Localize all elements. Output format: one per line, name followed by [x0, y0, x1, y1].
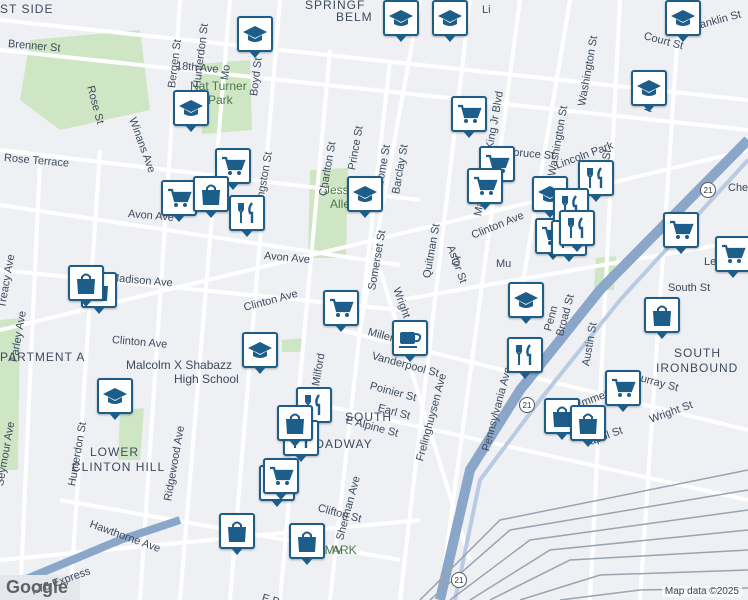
poi-pin-grocery[interactable] [451, 96, 487, 138]
area-label: CLINTON HILL [72, 460, 166, 474]
shopping-bag-icon [294, 528, 320, 554]
route-shield: 21 [451, 572, 467, 588]
school-icon [636, 75, 662, 101]
school-icon [247, 337, 273, 363]
school-label: Malcolm X Shabazz High School [126, 358, 239, 386]
school-icon [670, 5, 696, 31]
shopping-bag-icon [649, 302, 675, 328]
street-label: Dr [450, 253, 464, 268]
poi-pin-school[interactable] [665, 0, 701, 42]
school-icon [242, 21, 268, 47]
area-label: IRONBOUND [656, 361, 739, 375]
route-shield-label: 21 [703, 185, 713, 195]
map-credit[interactable]: Map data ©2025 [661, 586, 742, 597]
shopping-bag-icon [282, 410, 308, 436]
fork-knife-icon [234, 200, 260, 226]
school-icon [178, 95, 204, 121]
poi-pin-school[interactable] [631, 70, 667, 112]
route-shield-label: 21 [454, 575, 464, 585]
street-label: South St [668, 282, 711, 294]
shopping-cart-icon [268, 463, 294, 489]
route-shield: 21 [519, 397, 535, 413]
map-canvas[interactable]: Bergen St Hunterdon St Boyd St Mo Brenner St… [0, 0, 748, 600]
fork-knife-icon [583, 165, 609, 191]
area-label: SOUTH [345, 410, 392, 424]
shopping-bag-icon [198, 181, 224, 207]
poi-pin-school[interactable] [237, 16, 273, 58]
poi-pin-grocery[interactable] [263, 458, 299, 500]
poi-pin-school[interactable] [97, 378, 133, 420]
area-label: LOWER [90, 445, 140, 459]
coffee-cup-icon [397, 325, 423, 351]
shopping-bag-icon [575, 410, 601, 436]
poi-pin-shop[interactable] [193, 176, 229, 218]
route-shield-label: 21 [522, 400, 532, 410]
shopping-bag-icon [224, 518, 250, 544]
shopping-cart-icon [472, 173, 498, 199]
poi-pin-grocery[interactable] [605, 370, 641, 412]
school-icon [388, 5, 414, 31]
poi-pin-school[interactable] [347, 176, 383, 218]
area-label: BELM [336, 10, 373, 24]
school-icon [437, 5, 463, 31]
school-name: Malcolm X Shabazz [126, 358, 233, 372]
shopping-bag-icon [73, 270, 99, 296]
poi-pin-grocery[interactable] [323, 290, 359, 332]
shopping-cart-icon [610, 375, 636, 401]
poi-pin-school[interactable] [432, 0, 468, 42]
poi-pin-school[interactable] [383, 0, 419, 42]
park-label: Park [208, 93, 233, 107]
poi-pin-restaurant[interactable] [559, 210, 595, 252]
poi-pin-shop[interactable] [68, 265, 104, 307]
poi-pin-shop[interactable] [289, 523, 325, 565]
poi-pin-shop[interactable] [644, 297, 680, 339]
poi-pin-school[interactable] [173, 90, 209, 132]
poi-pin-cafe[interactable] [392, 320, 428, 362]
route-shield: 21 [700, 182, 716, 198]
poi-pin-grocery[interactable] [663, 212, 699, 254]
street-label: Mu [496, 258, 512, 270]
poi-pin-grocery[interactable] [467, 168, 503, 210]
area-label: SOUTH [674, 346, 721, 360]
fork-knife-icon [564, 215, 590, 241]
school-icon [513, 287, 539, 313]
park-label: ARK [332, 543, 357, 557]
shopping-cart-icon [328, 295, 354, 321]
poi-pin-restaurant[interactable] [507, 337, 543, 379]
poi-pin-shop[interactable] [277, 405, 313, 447]
area-label: ST SIDE [0, 2, 54, 16]
shopping-cart-icon [720, 241, 746, 267]
area-label: PARTMENT A [0, 350, 86, 364]
street-label: Li [482, 4, 491, 16]
google-logo: Google [6, 577, 68, 597]
shopping-cart-icon [166, 185, 192, 211]
poi-pin-restaurant[interactable] [229, 195, 265, 237]
shopping-cart-icon [668, 217, 694, 243]
poi-pin-school[interactable] [242, 332, 278, 374]
school-icon [102, 383, 128, 409]
poi-pin-school[interactable] [508, 282, 544, 324]
school-icon [352, 181, 378, 207]
poi-pin-shop[interactable] [219, 513, 255, 555]
school-name-line2: High School [174, 372, 239, 386]
poi-pin-grocery[interactable] [161, 180, 197, 222]
shopping-cart-icon [456, 101, 482, 127]
poi-pin-shop[interactable] [570, 405, 606, 447]
street-label: Chest [728, 182, 748, 194]
fork-knife-icon [512, 342, 538, 368]
poi-pin-grocery[interactable] [715, 236, 748, 278]
